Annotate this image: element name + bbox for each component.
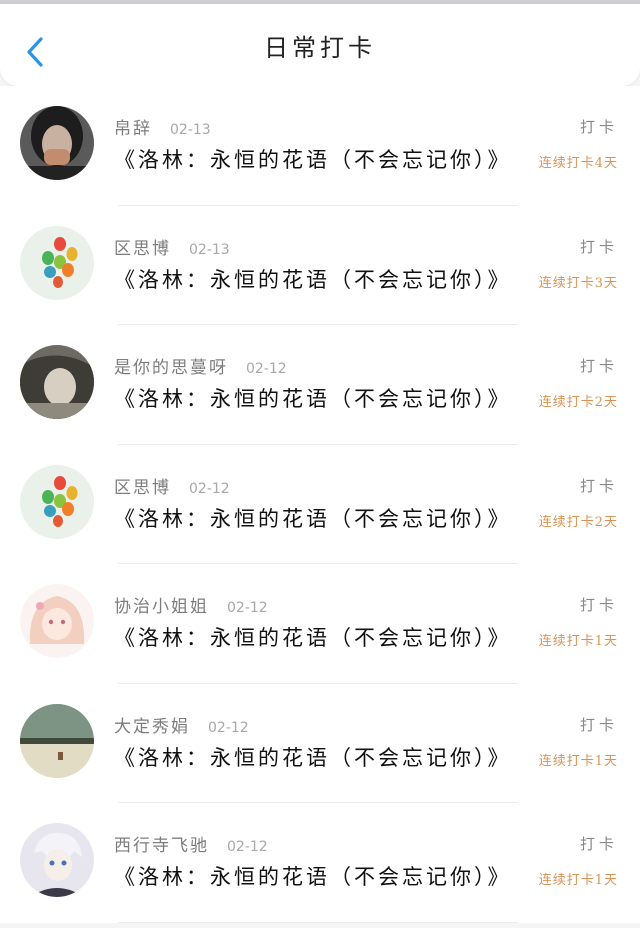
book-title: 《洛林：永恒的花语（不会忘记你）》 bbox=[114, 865, 512, 889]
list-item[interactable]: 协治小姐姐 02-12 《洛林：永恒的花语（不会忘记你）》 打卡 连续打卡1天 bbox=[0, 564, 640, 684]
header-bar: 日常打卡 bbox=[0, 4, 640, 86]
avatar[interactable] bbox=[20, 345, 94, 419]
streak-badge: 连续打卡1天 bbox=[538, 634, 618, 649]
checkin-date: 02-12 bbox=[227, 839, 268, 855]
woman-portrait-photo-icon bbox=[20, 345, 94, 419]
checkin-label: 打卡 bbox=[579, 357, 618, 375]
book-title: 《洛林：永恒的花语（不会忘记你）》 bbox=[114, 148, 512, 172]
anime-boy-icon bbox=[20, 823, 94, 897]
streak-badge: 连续打卡3天 bbox=[538, 275, 618, 291]
user-name[interactable]: 大定秀娟 bbox=[114, 712, 190, 737]
list-item[interactable]: 西行寺飞驰 02-12 《洛林：永恒的花语（不会忘记你）》 打卡 连续打卡1天 bbox=[0, 803, 640, 923]
back-button[interactable] bbox=[22, 34, 48, 70]
avatar[interactable] bbox=[20, 584, 94, 658]
book-title: 《洛林：永恒的花语（不会忘记你）》 bbox=[114, 267, 512, 292]
checkin-date: 02-13 bbox=[189, 241, 230, 258]
user-name[interactable]: 西行寺飞驰 bbox=[114, 831, 209, 856]
list-item[interactable]: 是你的思蔓呀 02-12 《洛林：永恒的花语（不会忘记你）》 打卡 连续打卡2天 bbox=[0, 325, 640, 445]
list-item[interactable]: 区思博 02-13 《洛林：永恒的花语（不会忘记你）》 打卡 连续打卡3天 bbox=[0, 206, 640, 325]
avatar[interactable] bbox=[20, 106, 94, 180]
user-name[interactable]: 是你的思蔓呀 bbox=[114, 353, 228, 378]
book-title: 《洛林：永恒的花语（不会忘记你）》 bbox=[114, 626, 512, 650]
woman-mask-photo-icon bbox=[20, 106, 94, 180]
streak-badge: 连续打卡2天 bbox=[538, 514, 618, 530]
book-title: 《洛林：永恒的花语（不会忘记你）》 bbox=[114, 387, 512, 411]
balloons-icon bbox=[20, 464, 94, 539]
checkin-label: 打卡 bbox=[579, 596, 618, 614]
checkin-label: 打卡 bbox=[579, 118, 618, 136]
anime-girl-icon bbox=[20, 584, 94, 658]
streak-badge: 连续打卡2天 bbox=[538, 395, 618, 410]
avatar[interactable] bbox=[20, 225, 94, 300]
avatar[interactable] bbox=[20, 823, 94, 897]
checkin-label: 打卡 bbox=[579, 835, 618, 853]
balloons-icon bbox=[20, 225, 94, 300]
checkin-label: 打卡 bbox=[579, 237, 618, 256]
list-item[interactable]: 大定秀娟 02-12 《洛林：永恒的花语（不会忘记你）》 打卡 连续打卡1天 bbox=[0, 684, 640, 803]
list-item[interactable]: 区思博 02-12 《洛林：永恒的花语（不会忘记你）》 打卡 连续打卡2天 bbox=[0, 445, 640, 564]
streak-badge: 连续打卡1天 bbox=[538, 873, 618, 888]
checkin-date: 02-13 bbox=[170, 122, 211, 138]
checkin-date: 02-12 bbox=[208, 719, 249, 736]
user-name[interactable]: 帛辞 bbox=[114, 114, 152, 139]
user-name[interactable]: 区思博 bbox=[114, 234, 171, 259]
avatar[interactable] bbox=[20, 703, 94, 778]
page-title: 日常打卡 bbox=[264, 33, 376, 62]
landscape-photo-icon bbox=[20, 703, 94, 778]
checkin-date: 02-12 bbox=[246, 361, 287, 377]
book-title: 《洛林：永恒的花语（不会忘记你）》 bbox=[114, 506, 512, 531]
user-name[interactable]: 区思博 bbox=[114, 473, 171, 498]
checkin-date: 02-12 bbox=[189, 480, 230, 497]
avatar[interactable] bbox=[20, 464, 94, 539]
streak-badge: 连续打卡4天 bbox=[538, 156, 618, 171]
book-title: 《洛林：永恒的花语（不会忘记你）》 bbox=[114, 745, 512, 770]
checkin-date: 02-12 bbox=[227, 600, 268, 616]
chevron-left-icon bbox=[27, 37, 43, 67]
divider bbox=[118, 921, 518, 923]
checkin-label: 打卡 bbox=[579, 476, 618, 495]
list-item[interactable]: 帛辞 02-13 《洛林：永恒的花语（不会忘记你）》 打卡 连续打卡4天 bbox=[0, 86, 640, 206]
user-name[interactable]: 协治小姐姐 bbox=[114, 592, 209, 617]
checkin-label: 打卡 bbox=[579, 715, 618, 734]
checkin-list: 帛辞 02-13 《洛林：永恒的花语（不会忘记你）》 打卡 连续打卡4天 区思博… bbox=[0, 86, 640, 923]
streak-badge: 连续打卡1天 bbox=[538, 753, 618, 769]
